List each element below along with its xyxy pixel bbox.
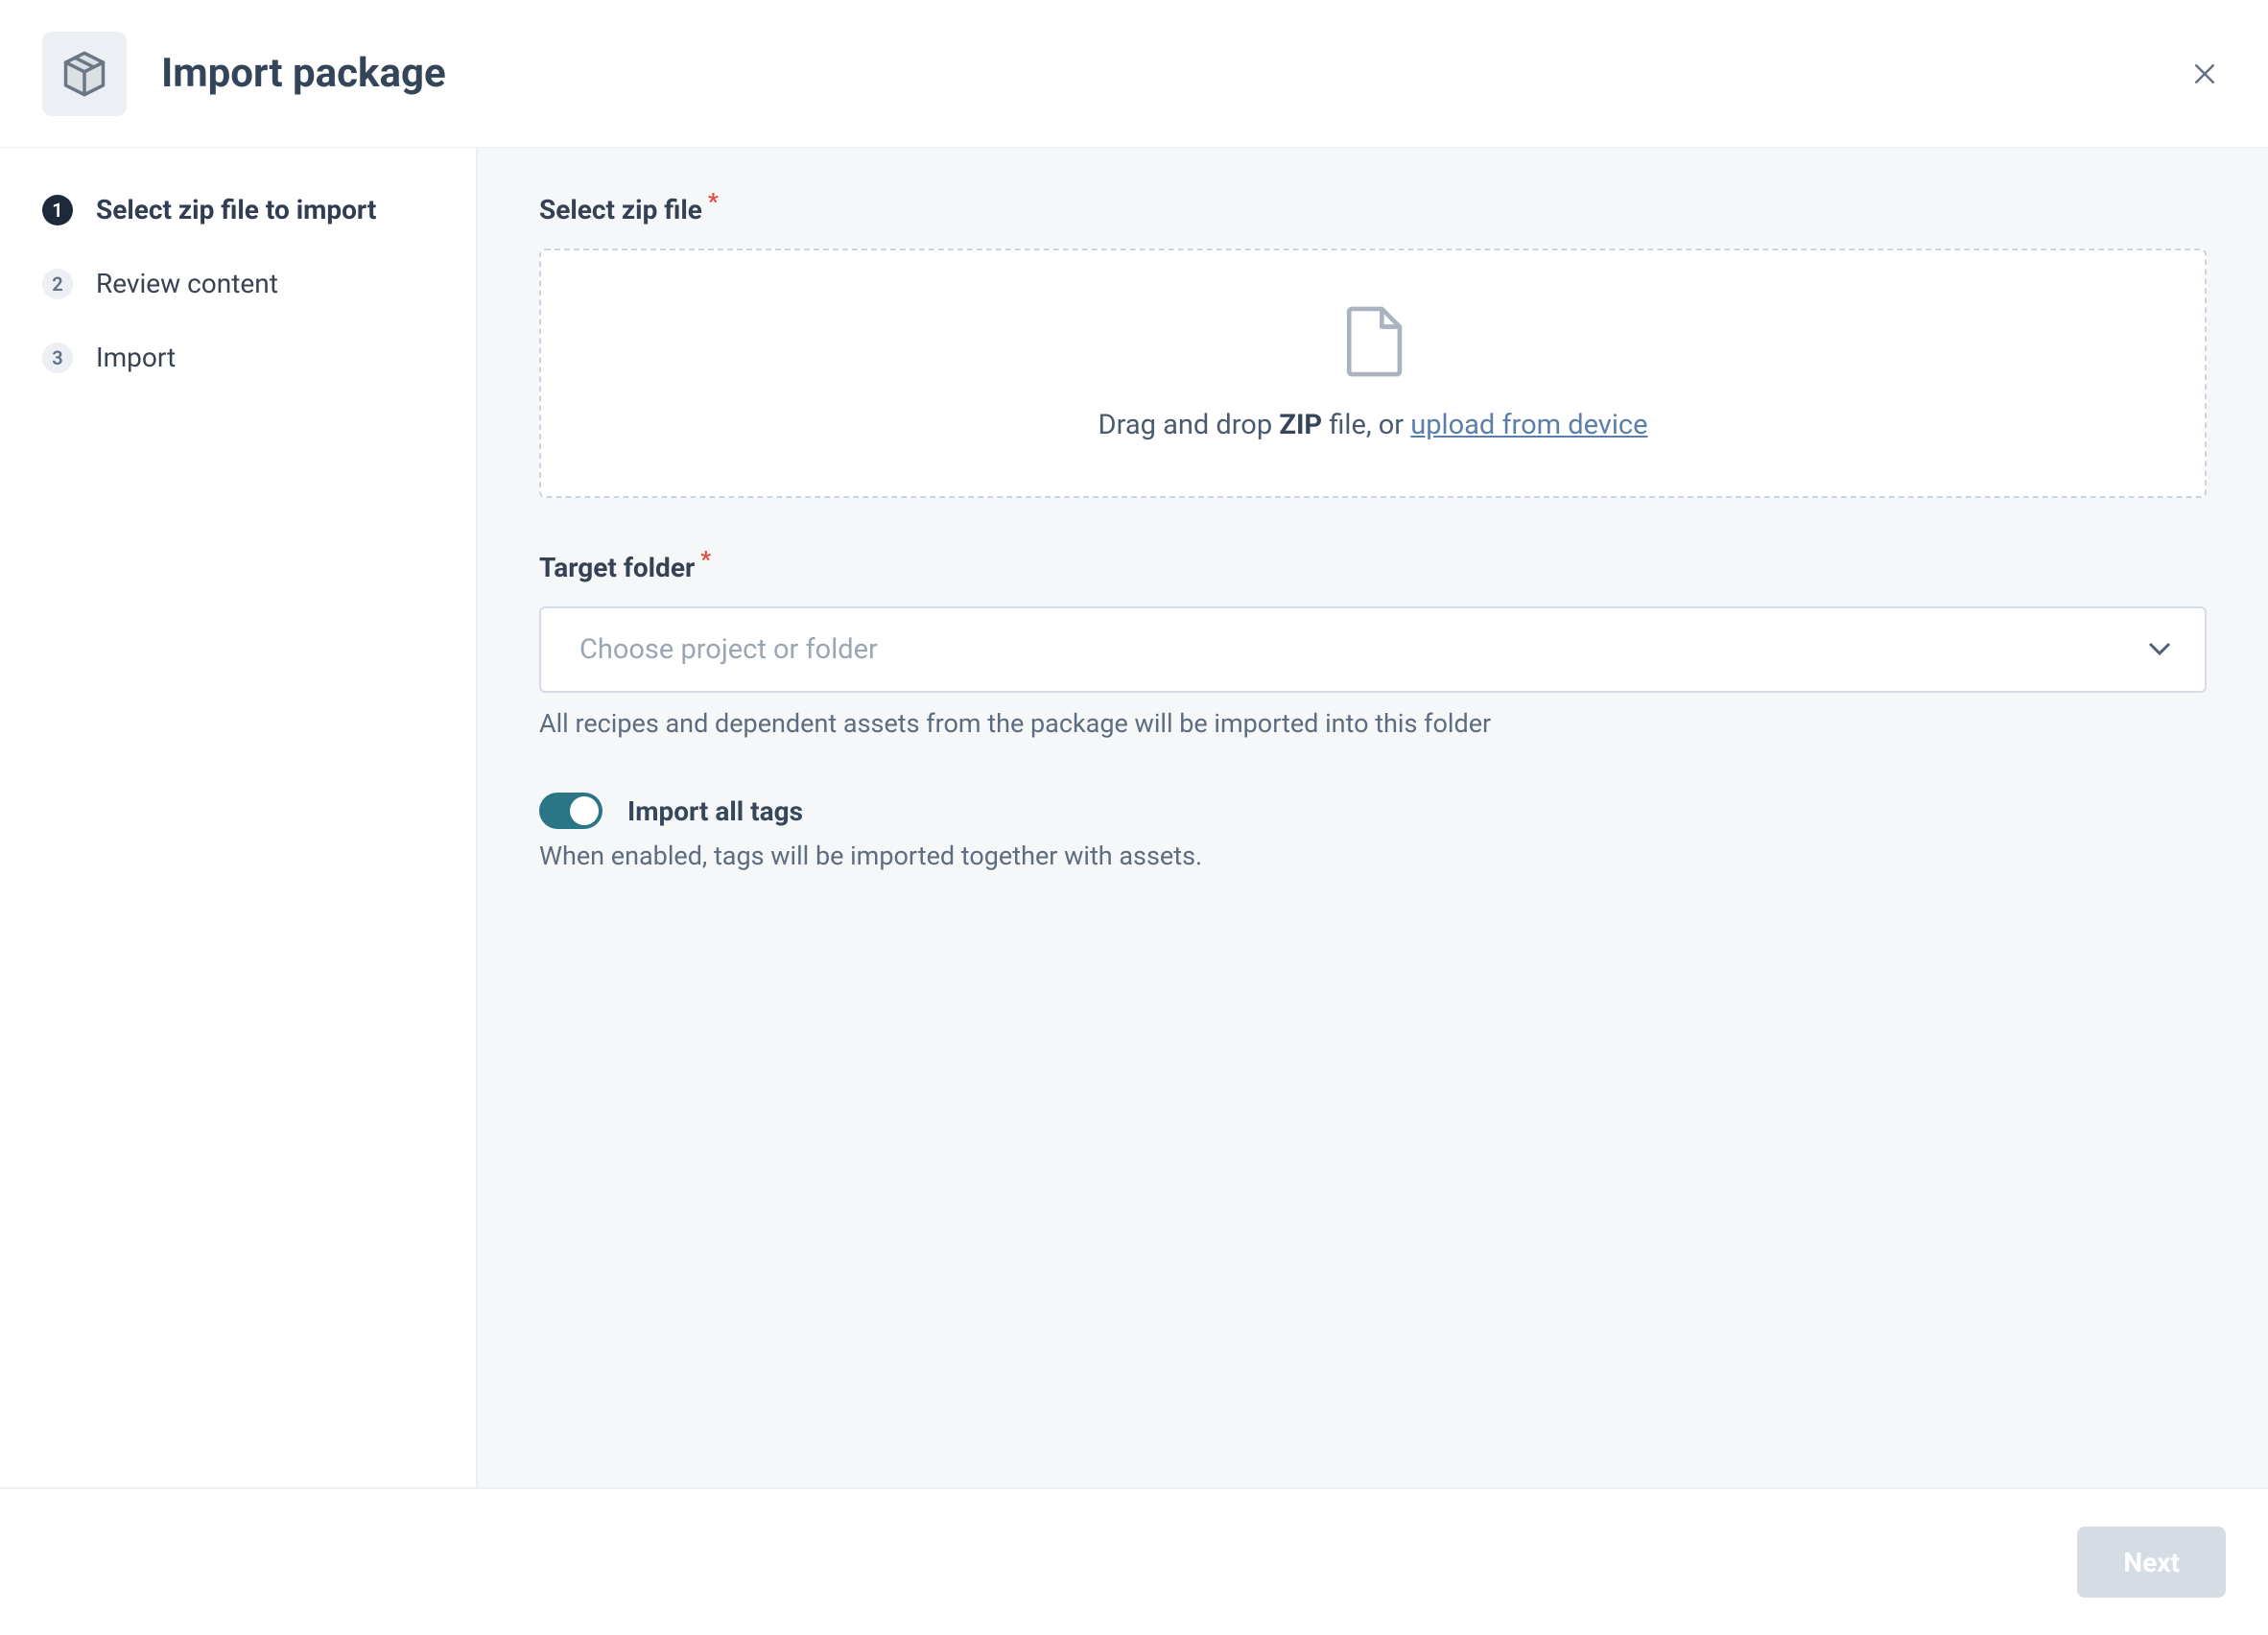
step-number: 2 [42,269,73,299]
steps-sidebar: 1 Select zip file to import 2 Review con… [0,148,478,1487]
content-area: Select zip file * Drag and drop ZIP file… [478,148,2268,1487]
step-label: Select zip file to import [96,194,376,225]
step-label: Import [96,342,176,373]
step-label: Review content [96,268,278,299]
drop-middle: file, or [1322,409,1410,441]
import-tags-toggle[interactable] [539,793,602,829]
dialog-header: Import package [0,0,2268,148]
file-icon [1343,305,1403,382]
dialog-body: 1 Select zip file to import 2 Review con… [0,148,2268,1487]
target-folder-select[interactable]: Choose project or folder [539,606,2207,693]
step-number: 3 [42,343,73,373]
step-review-content[interactable]: 2 Review content [42,268,437,299]
step-select-zip[interactable]: 1 Select zip file to import [42,194,437,225]
select-placeholder: Choose project or folder [579,633,878,666]
upload-from-device-link[interactable]: upload from device [1410,409,1647,441]
label-text: Target folder [539,552,695,583]
select-zip-label: Select zip file * [539,194,719,225]
drop-bold: ZIP [1279,409,1322,441]
import-tags-helper: When enabled, tags will be imported toge… [539,841,2207,871]
toggle-knob [570,796,599,825]
import-tags-label: Import all tags [627,795,803,827]
next-button[interactable]: Next [2077,1527,2226,1598]
toggle-row: Import all tags [539,793,2207,829]
field-import-tags: Import all tags When enabled, tags will … [539,793,2207,871]
close-button[interactable] [2184,53,2226,95]
dialog-footer: Next [0,1487,2268,1635]
step-import[interactable]: 3 Import [42,342,437,373]
header-left: Import package [42,32,446,116]
field-target-folder: Target folder * Choose project or folder… [539,552,2207,739]
field-select-zip: Select zip file * Drag and drop ZIP file… [539,194,2207,498]
chevron-down-icon [2149,643,2170,656]
required-asterisk: * [700,546,711,573]
dropzone-text: Drag and drop ZIP file, or upload from d… [1099,409,1648,441]
drop-prefix: Drag and drop [1099,409,1280,441]
step-number: 1 [42,195,73,225]
page-title: Import package [161,50,446,97]
required-asterisk: * [708,188,719,215]
label-text: Select zip file [539,194,702,225]
package-icon [42,32,127,116]
file-dropzone[interactable]: Drag and drop ZIP file, or upload from d… [539,249,2207,498]
target-folder-label: Target folder * [539,552,711,583]
target-folder-helper: All recipes and dependent assets from th… [539,708,2207,739]
